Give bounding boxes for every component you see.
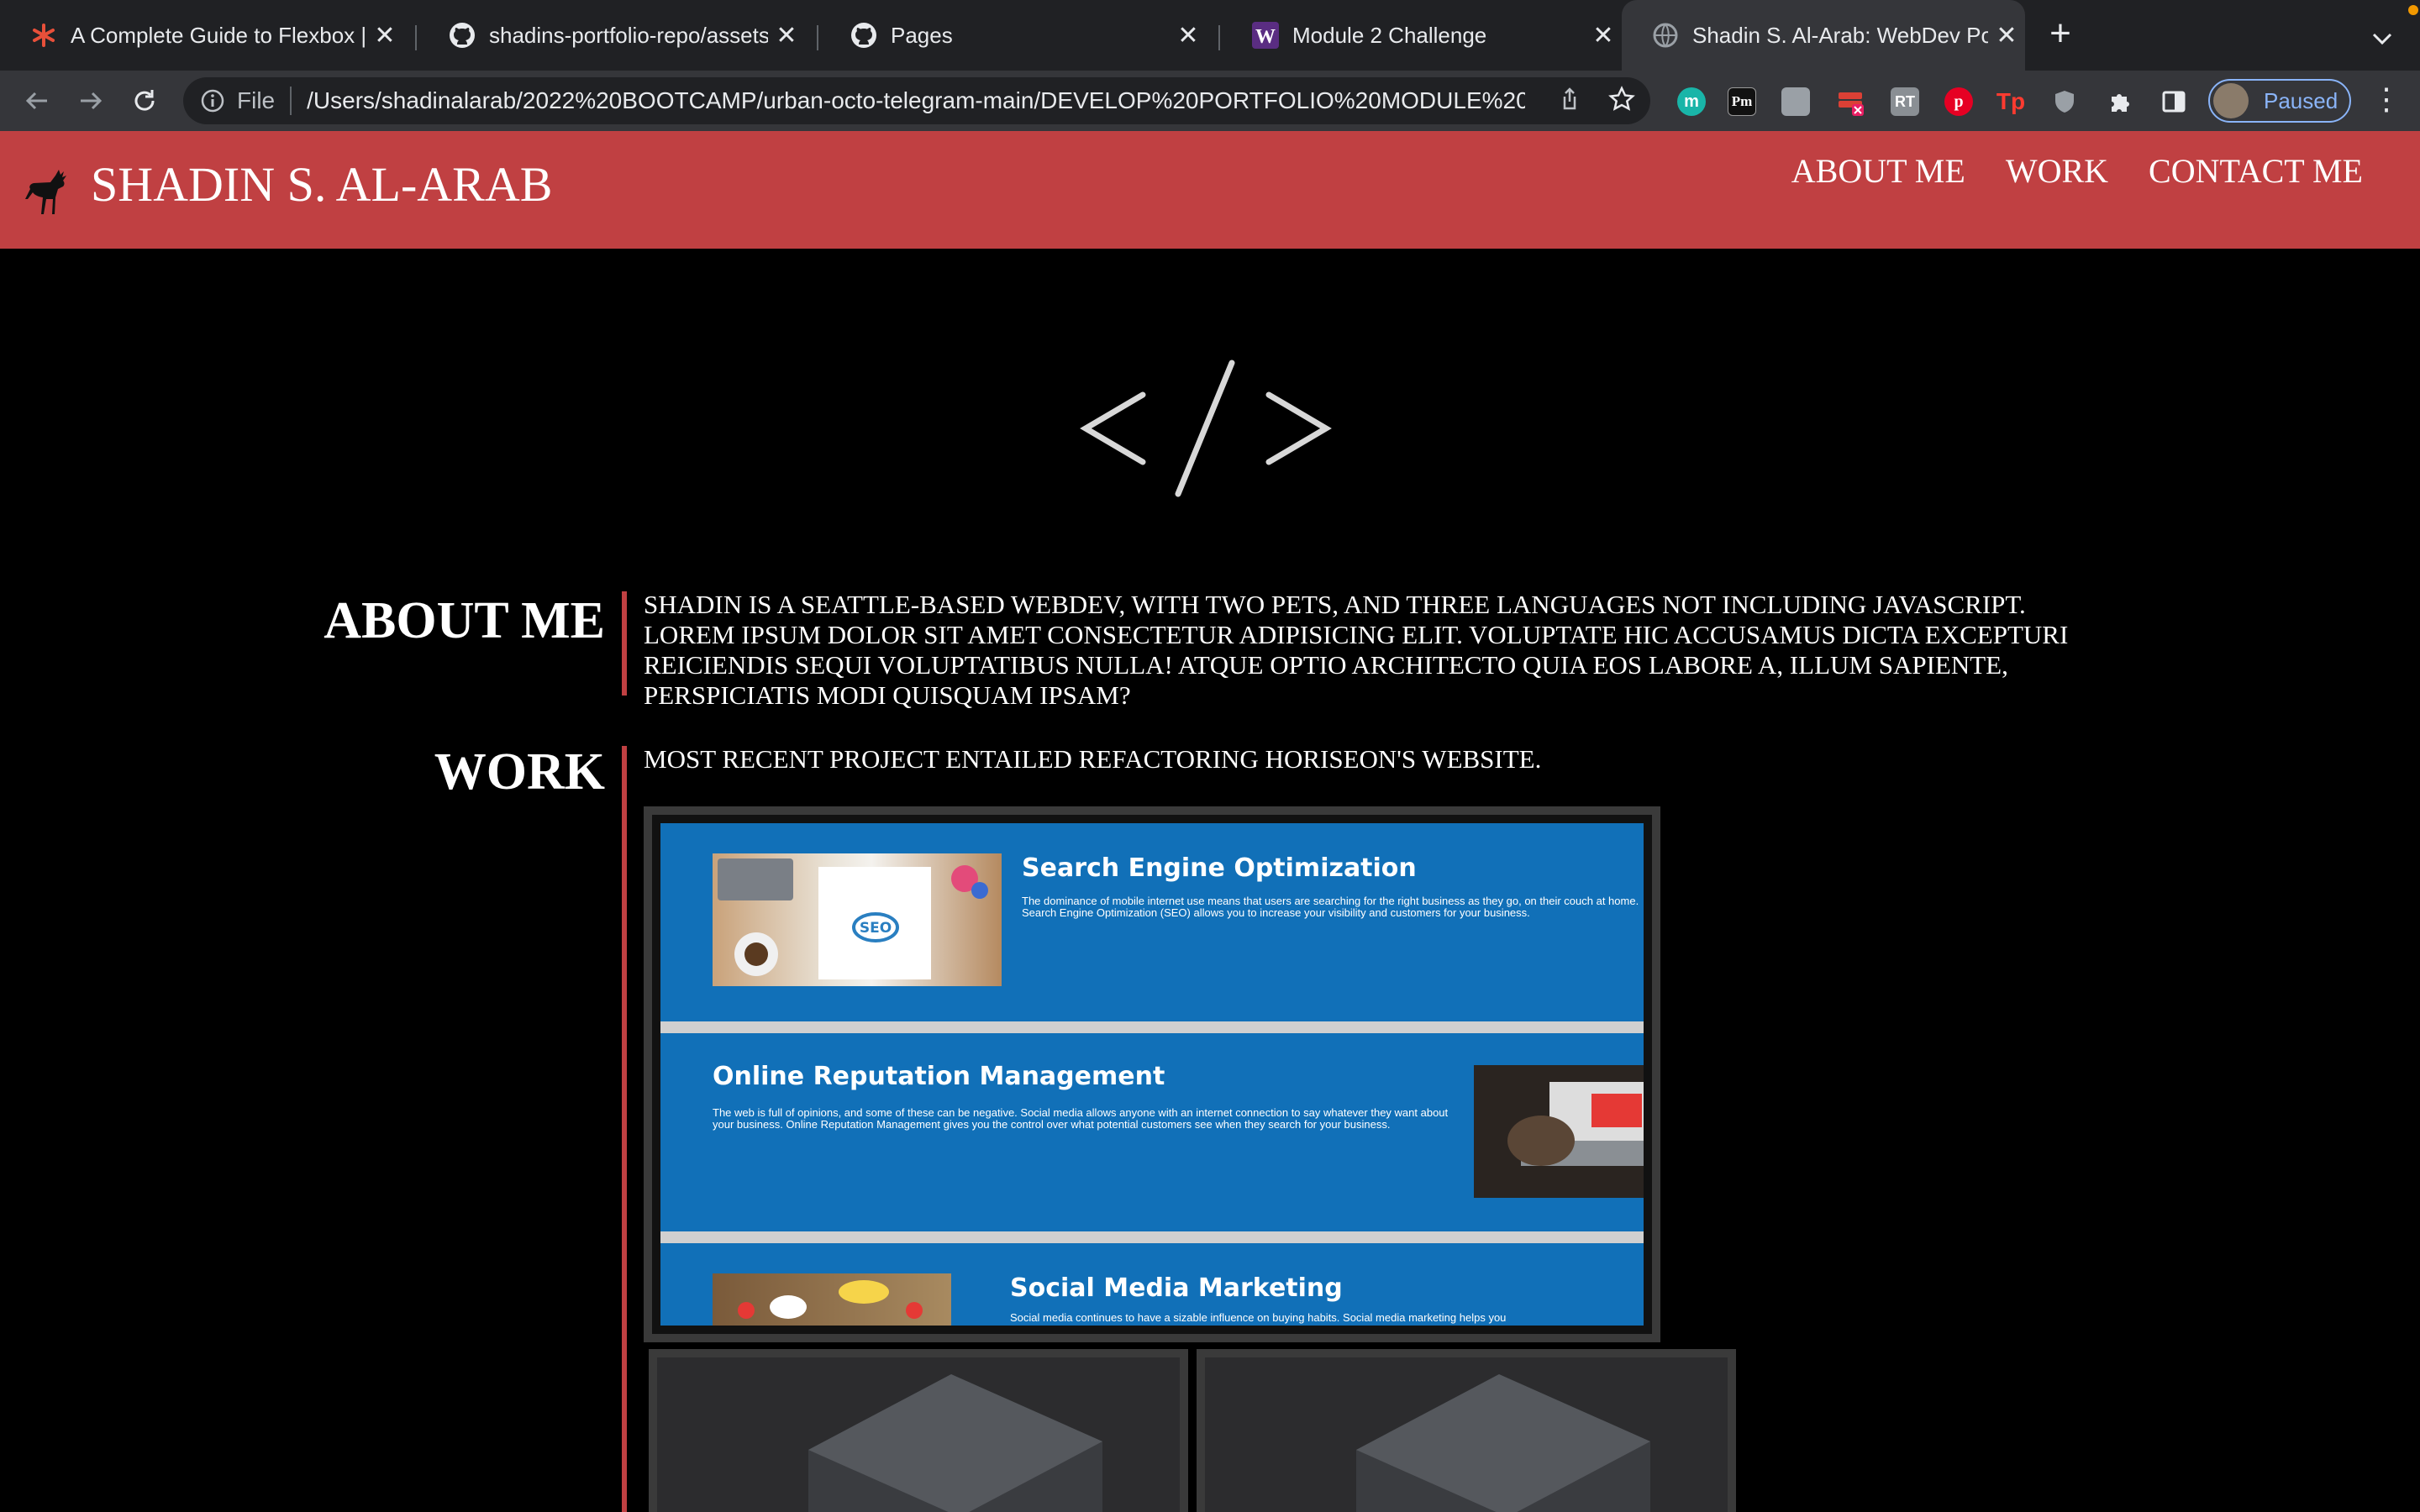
tab-pages[interactable]: Pages ✕ <box>820 0 1207 71</box>
chevron-down-icon[interactable] <box>2365 22 2399 55</box>
seo-thumbnail: SEO <box>713 853 1002 986</box>
nav-about-me[interactable]: ABOUT ME <box>1791 151 1965 191</box>
address-bar[interactable]: File /Users/shadinalarab/2022%20BOOTCAMP… <box>183 77 1650 124</box>
side-panel-icon[interactable] <box>2160 87 2188 116</box>
about-heading: ABOUT ME <box>324 592 605 649</box>
forward-arrow-icon[interactable] <box>72 82 109 119</box>
avatar <box>2213 83 2249 118</box>
project-card-horiseon[interactable]: SEO Search Engine Optimization The domin… <box>644 806 1660 1342</box>
tab-title: shadins-portfolio-repo/assets at main <box>489 22 768 48</box>
project-screenshot: SEO Search Engine Optimization The domin… <box>660 823 1644 1326</box>
back-arrow-icon[interactable] <box>18 82 55 119</box>
reload-icon[interactable] <box>126 82 163 119</box>
bookmark-star-icon[interactable] <box>1605 82 1639 116</box>
work-text: MOST RECENT PROJECT ENTAILED REFACTORING… <box>644 744 1542 774</box>
seo-heading: Search Engine Optimization <box>1022 853 1417 883</box>
site-nav: ABOUT ME WORK CONTACT ME <box>1791 151 2363 191</box>
tab-title: Pages <box>891 22 953 48</box>
project-card-3[interactable] <box>1197 1349 1736 1512</box>
close-tab-icon[interactable]: ✕ <box>768 21 805 50</box>
extension-rt-icon[interactable]: RT <box>1891 87 1919 116</box>
share-icon[interactable] <box>1553 82 1586 116</box>
url-text[interactable]: /Users/shadinalarab/2022%20BOOTCAMP/urba… <box>307 87 1525 114</box>
profile-status: Paused <box>2264 87 2338 113</box>
scheme-label: File <box>237 87 276 113</box>
work-accent-bar <box>622 746 627 1512</box>
globe-icon <box>1652 22 1679 49</box>
close-tab-icon[interactable]: ✕ <box>1170 21 1207 50</box>
cube-image <box>657 1357 1180 1512</box>
github-icon <box>850 22 877 49</box>
reputation-heading: Online Reputation Management <box>713 1062 1165 1091</box>
tab-title: A Complete Guide to Flexbox | CSS-Tricks <box>71 22 366 48</box>
tab-strip: A Complete Guide to Flexbox | CSS-Tricks… <box>0 0 2420 71</box>
preview-band-reputation: Online Reputation Management The web is … <box>660 1033 1644 1231</box>
work-heading: WORK <box>434 743 605 801</box>
preview-band-seo: SEO Search Engine Optimization The domin… <box>660 823 1644 1021</box>
social-body: Social media continues to have a sizable… <box>1010 1311 1507 1324</box>
svg-text:W: W <box>1255 26 1276 48</box>
cube-image <box>1205 1357 1728 1512</box>
extension-pm-icon[interactable]: Pm <box>1728 87 1756 116</box>
site-header: SHADIN S. AL-ARAB ABOUT ME WORK CONTACT … <box>0 131 2420 249</box>
about-text: SHADIN IS A SEATTLE-BASED WEBDEV, WITH T… <box>644 590 2069 710</box>
new-tab-icon[interactable]: + <box>2042 15 2079 54</box>
tab-title: Shadin S. Al-Arab: WebDev Portfolio <box>1692 22 1988 48</box>
css-tricks-icon <box>30 22 57 49</box>
tab-divider <box>817 25 818 50</box>
svg-text:SEO: SEO <box>860 920 892 937</box>
code-brackets-hero-icon <box>1080 360 1332 497</box>
more-menu-icon[interactable]: ⋮ <box>2371 84 2402 118</box>
seo-body: The dominance of mobile internet use mea… <box>1022 895 1639 919</box>
extension-tp-icon[interactable]: Tp <box>1996 87 2025 116</box>
reputation-thumbnail <box>1474 1065 1644 1198</box>
tab-module-2-challenge[interactable]: W Module 2 Challenge ✕ <box>1222 0 1622 71</box>
about-accent-bar <box>622 591 627 696</box>
info-icon[interactable] <box>200 88 225 113</box>
preview-band-social: Social Media Marketing Social media cont… <box>660 1243 1644 1326</box>
nav-work[interactable]: WORK <box>2006 151 2108 191</box>
tab-flexbox-guide[interactable]: A Complete Guide to Flexbox | CSS-Tricks… <box>0 0 403 71</box>
social-thumbnail <box>713 1273 951 1326</box>
github-icon <box>449 22 476 49</box>
close-tab-icon[interactable]: ✕ <box>366 21 403 50</box>
shield-icon[interactable] <box>2050 87 2079 116</box>
tab-divider <box>415 25 417 50</box>
tab-title: Module 2 Challenge <box>1292 22 1487 48</box>
w-logo-icon: W <box>1252 22 1279 49</box>
tab-portfolio-repo[interactable]: shadins-portfolio-repo/assets at main ✕ <box>418 0 805 71</box>
profile-button[interactable]: Paused <box>2208 79 2351 123</box>
puzzle-icon[interactable] <box>2106 87 2134 116</box>
deer-logo-icon <box>25 170 66 214</box>
social-heading: Social Media Marketing <box>1010 1273 1343 1303</box>
close-tab-icon[interactable]: ✕ <box>1585 21 1622 50</box>
nav-contact-me[interactable]: CONTACT ME <box>2149 151 2363 191</box>
project-card-2[interactable] <box>649 1349 1188 1512</box>
tab-portfolio-active[interactable]: Shadin S. Al-Arab: WebDev Portfolio ✕ <box>1622 0 2025 71</box>
extension-todoist-icon[interactable] <box>1837 87 1865 116</box>
notification-dot <box>2408 5 2418 15</box>
extension-gray-icon[interactable] <box>1781 87 1810 116</box>
close-tab-icon[interactable]: ✕ <box>1988 21 2025 50</box>
extension-m-icon[interactable]: m <box>1677 87 1706 116</box>
tab-divider <box>1218 25 1220 50</box>
reputation-body: The web is full of opinions, and some of… <box>713 1106 1449 1131</box>
omnibox-divider <box>290 87 292 115</box>
site-brand[interactable]: SHADIN S. AL-ARAB <box>91 156 552 213</box>
pinterest-icon[interactable]: p <box>1944 87 1973 116</box>
